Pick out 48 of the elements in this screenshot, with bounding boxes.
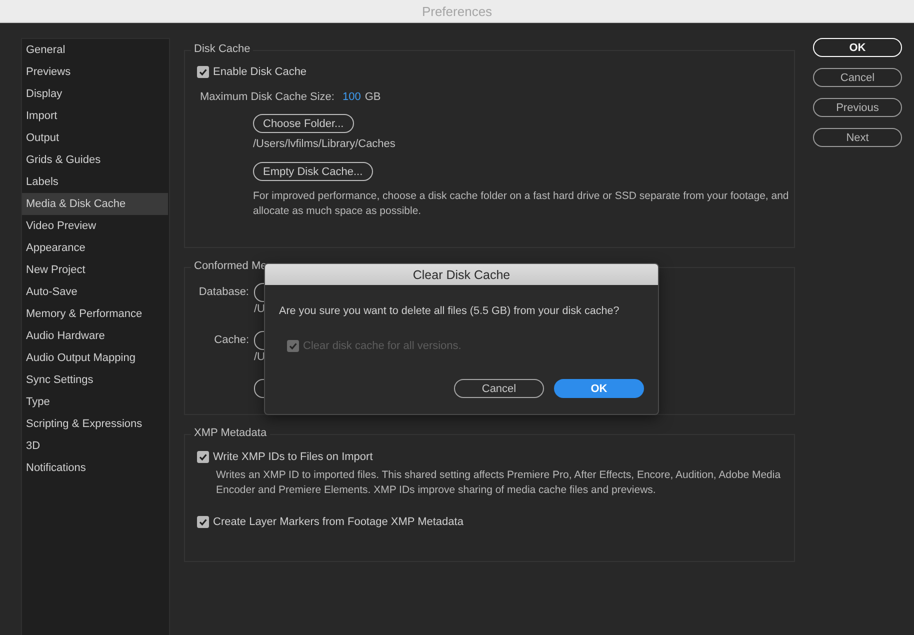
ok-button[interactable]: OK: [813, 38, 902, 57]
empty-cache-button[interactable]: Empty Disk Cache...: [253, 162, 373, 181]
dialog-button[interactable]: Cancel: [813, 68, 902, 87]
sidebar-item[interactable]: Display: [22, 83, 168, 105]
sidebar-item[interactable]: Video Preview: [22, 215, 168, 237]
checkbox[interactable]: [197, 451, 209, 463]
sidebar-item[interactable]: New Project: [22, 259, 168, 281]
sidebar-item[interactable]: Output: [22, 127, 168, 149]
sidebar-item[interactable]: 3D: [22, 435, 168, 457]
sidebar-item[interactable]: Appearance: [22, 237, 168, 259]
window-title: Preferences: [422, 4, 492, 18]
folder-path: /U: [254, 303, 265, 315]
help-text: For improved performance, choose a disk cache folder on a fast hard drive or SSD separate from your footage, and allocate as much space as possible.: [253, 189, 790, 219]
size-value[interactable]: 100: [342, 91, 361, 103]
sidebar-item[interactable]: Import: [22, 105, 168, 127]
group-title: Disk Cache: [191, 43, 254, 55]
sidebar-item[interactable]: General: [22, 39, 168, 61]
checkbox[interactable]: [197, 516, 209, 528]
cancel-button[interactable]: Cancel: [454, 379, 544, 398]
dialog-message: Are you sure you want to delete all files (5.5 GB) from your disk cache?: [279, 305, 620, 317]
sidebar-item[interactable]: Media & Disk Cache: [22, 193, 168, 215]
sidebar-item[interactable]: Grids & Guides: [22, 149, 168, 171]
sidebar-item[interactable]: Auto-Save: [22, 281, 168, 303]
group-title: XMP Metadata: [191, 427, 270, 439]
sidebar-item[interactable]: Notifications: [22, 457, 168, 479]
checkbox-label: Write XMP IDs to Files on Import: [213, 451, 373, 463]
dialog-button[interactable]: Next: [813, 128, 902, 147]
field-label: Database:: [198, 286, 249, 298]
sidebar-item[interactable]: Audio Output Mapping: [22, 347, 168, 369]
checkbox-label: Create Layer Markers from Footage XMP Metadata: [213, 516, 464, 528]
folder-path: /Users/lvfilms/Library/Caches: [253, 138, 396, 150]
dialog-title: Clear Disk Cache: [412, 268, 510, 282]
field-label: Maximum Disk Cache Size:: [200, 91, 334, 103]
folder-path: /U: [254, 351, 265, 363]
checkbox[interactable]: [197, 66, 209, 78]
choose-folder-button[interactable]: Choose Folder...: [253, 114, 354, 133]
sidebar-item[interactable]: Scripting & Expressions: [22, 413, 168, 435]
sidebar-item[interactable]: Sync Settings: [22, 369, 168, 391]
unit-label: GB: [364, 91, 381, 103]
checkbox-label: Enable Disk Cache: [213, 66, 307, 78]
sidebar-item[interactable]: Labels: [22, 171, 168, 193]
sidebar-item[interactable]: Memory & Performance: [22, 303, 168, 325]
field-label: Cache:: [213, 334, 249, 346]
dialog-button[interactable]: Previous: [813, 98, 902, 117]
sidebar-item[interactable]: Previews: [22, 61, 168, 83]
help-text: Writes an XMP ID to imported files. This shared setting affects Premiere Pro, After Effects, Encore, Audition, Adobe Media Encoder and Premiere Elements. XMP IDs improve sharing of media cache files and previews.: [215, 468, 782, 498]
sidebar-item[interactable]: Audio Hardware: [22, 325, 168, 347]
sidebar-item[interactable]: Type: [22, 391, 168, 413]
